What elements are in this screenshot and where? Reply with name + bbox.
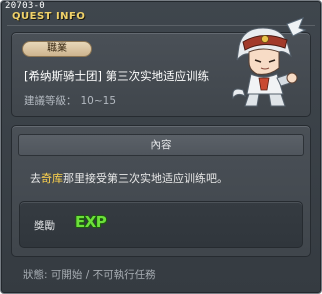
quest-name: [希纳斯骑士团] 第三次实地适应训练 [24,69,210,83]
reward-label: 獎勵 [34,220,55,232]
level-value: 10~15 [80,95,117,107]
desc-suffix: 那里接受第三次实地适应训练吧。 [63,172,228,185]
npc-sprite-icon [232,17,307,107]
exp-reward-icon: EXP [75,213,107,231]
quest-info-window: 20703-0 QUEST INFO 職業 [希纳斯骑士团] 第三次实地适应训练… [0,0,322,294]
npc-name-link[interactable]: 奇库 [41,172,63,185]
quest-description: 去奇库那里接受第三次实地适应训练吧。 [30,170,228,186]
job-badge: 職業 [22,41,92,57]
recommended-level: 建議等級： 10~15 [24,93,116,108]
window-title: QUEST INFO [12,11,86,22]
quest-content-panel: 內容 去奇库那里接受第三次实地适应训练吧。 獎勵 EXP [11,125,311,257]
desc-prefix: 去 [30,172,41,185]
level-label: 建議等級： [24,95,77,107]
reward-box: 獎勵 EXP [19,201,303,248]
quest-status: 狀態: 可開始 / 不可執行任務 [23,269,156,281]
content-header: 內容 [18,134,304,156]
quest-id: 20703-0 [5,1,46,11]
